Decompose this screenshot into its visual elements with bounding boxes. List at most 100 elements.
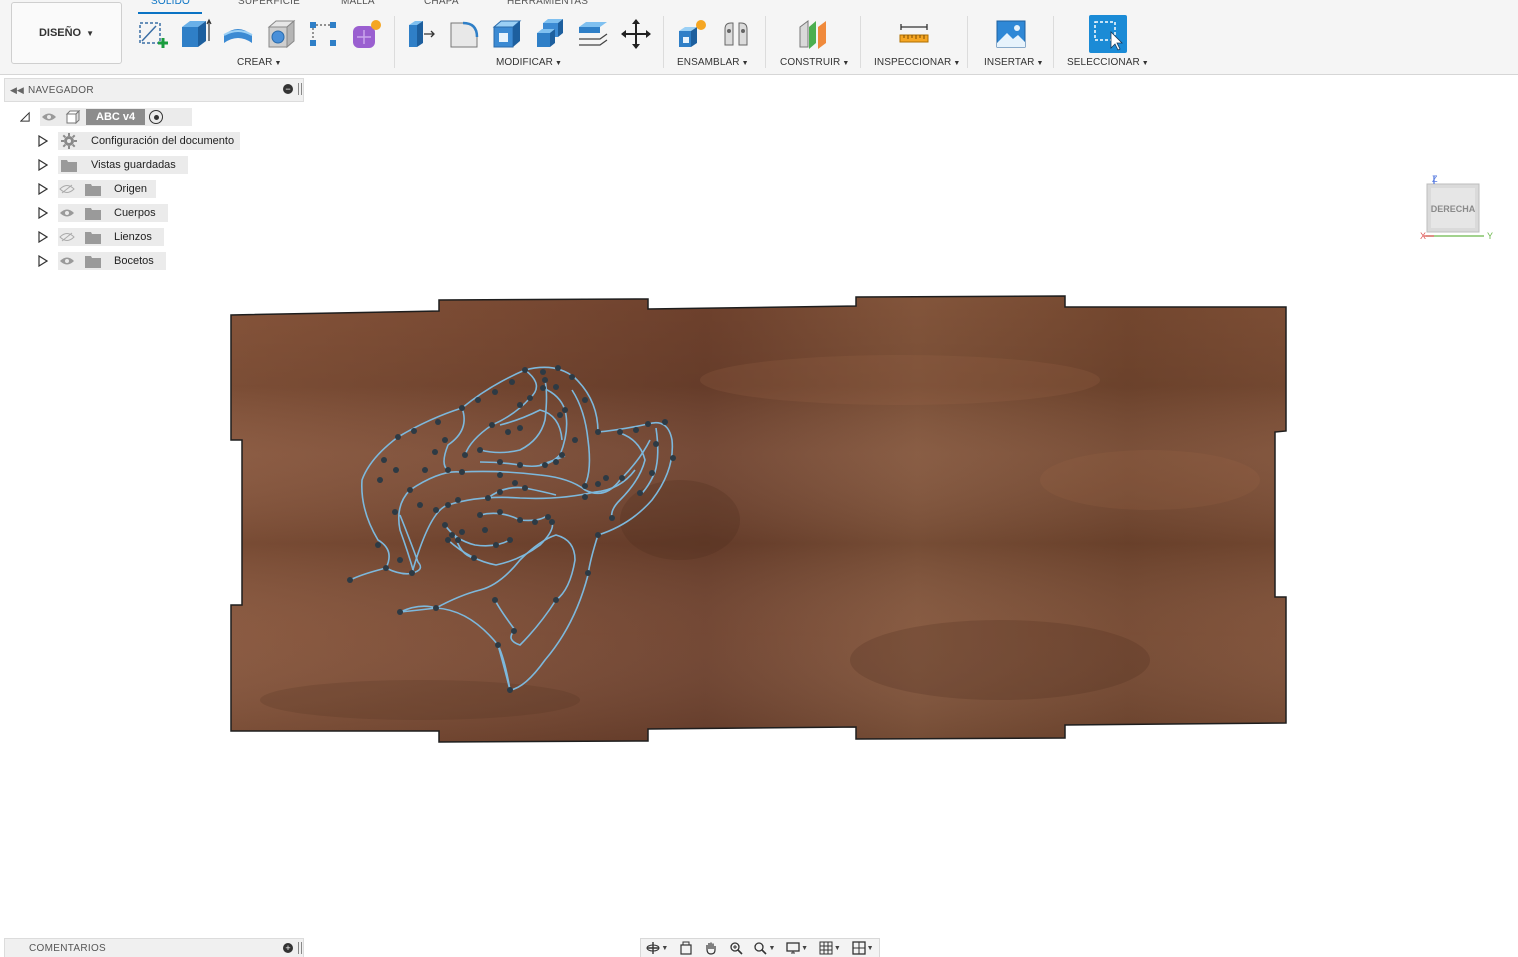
collapsed-triangle-icon[interactable] — [38, 255, 48, 267]
eye-hidden-icon[interactable] — [58, 231, 76, 243]
tree-item-bodies[interactable]: Cuerpos — [38, 204, 173, 222]
tree-item-sketches[interactable]: Bocetos — [38, 252, 168, 270]
move-icon — [621, 19, 651, 49]
collapsed-triangle-icon[interactable] — [38, 231, 48, 243]
zoom-window-button[interactable]: ▼ — [753, 941, 775, 955]
tab-herramientas[interactable]: HERRAMIENTAS — [507, 0, 588, 10]
new-component-button[interactable] — [674, 16, 710, 52]
eye-hidden-icon[interactable] — [58, 183, 76, 195]
shell-button[interactable] — [489, 16, 525, 52]
offset-plane-icon — [799, 20, 826, 49]
collapsed-triangle-icon[interactable] — [38, 183, 48, 195]
press-pull-button[interactable] — [403, 16, 439, 52]
tree-item-pill: Configuración del documento — [58, 132, 240, 150]
extrude-button[interactable] — [177, 16, 213, 52]
expanded-triangle-icon[interactable] — [20, 111, 30, 123]
eye-icon[interactable] — [58, 255, 76, 267]
seleccionar-menu[interactable]: SELECCIONAR ▼ — [1067, 57, 1149, 68]
panel-grip-handle[interactable] — [298, 83, 302, 95]
grid-icon — [819, 941, 833, 955]
look-at-button[interactable] — [679, 941, 693, 955]
eye-icon[interactable] — [40, 111, 58, 123]
chevron-down-icon: ▼ — [801, 944, 809, 952]
joint-button[interactable] — [718, 16, 754, 52]
combine-button[interactable] — [532, 16, 568, 52]
toolbar: DISEÑO ▼ SÓLIDO SUPERFICIE MALLA CHAPA H… — [0, 0, 1518, 75]
create-sketch-icon — [139, 22, 168, 48]
chevron-down-icon: ▼ — [866, 944, 874, 952]
monitor-icon — [786, 942, 800, 954]
eye-icon[interactable] — [58, 207, 76, 219]
move-copy-button[interactable] — [618, 16, 654, 52]
tab-superficie[interactable]: SUPERFICIE — [238, 0, 300, 10]
chevron-down-icon: ▼ — [953, 60, 961, 67]
activate-radio-icon[interactable] — [149, 110, 164, 124]
select-button[interactable] — [1089, 15, 1127, 53]
add-comment-icon[interactable]: + — [283, 943, 293, 953]
offset-face-button[interactable] — [575, 16, 611, 52]
tree-item-saved-views[interactable]: Vistas guardadas — [38, 156, 193, 174]
design-workspace-button[interactable]: DISEÑO ▼ — [11, 2, 122, 64]
revolve-icon — [223, 29, 253, 43]
insertar-menu[interactable]: INSERTAR ▼ — [984, 57, 1043, 68]
fillet-icon — [450, 21, 479, 48]
create-sketch-button[interactable] — [135, 16, 171, 52]
viewports-icon — [851, 941, 866, 955]
component-icon — [64, 110, 82, 124]
collapsed-triangle-icon[interactable] — [38, 207, 48, 219]
tab-solido[interactable]: SÓLIDO — [151, 0, 190, 10]
tree-item-document-settings[interactable]: Configuración del documento — [38, 132, 243, 150]
separator — [394, 16, 395, 68]
separator — [765, 16, 766, 68]
inspeccionar-label: INSPECCIONAR — [874, 57, 952, 68]
collapsed-triangle-icon[interactable] — [38, 135, 48, 147]
active-tab-indicator — [138, 12, 202, 14]
tree-item-canvases[interactable]: Lienzos — [38, 228, 168, 246]
separator — [1053, 16, 1054, 68]
tree-item-label: Cuerpos — [114, 207, 156, 219]
construir-menu[interactable]: CONSTRUIR ▼ — [780, 57, 849, 68]
look-at-icon — [680, 941, 692, 955]
display-settings-button[interactable]: ▼ — [786, 941, 808, 955]
modificar-menu[interactable]: MODIFICAR ▼ — [496, 57, 562, 68]
root-component-label: ABC v4 — [86, 109, 146, 125]
extrude-icon — [182, 18, 212, 47]
measure-button[interactable] — [896, 16, 932, 52]
minimize-icon[interactable]: − — [283, 84, 293, 94]
tree-item-label: Lienzos — [114, 231, 152, 243]
view-cube[interactable]: DERECHA Z X Y — [1420, 172, 1496, 242]
rectangular-pattern-icon — [310, 22, 336, 46]
gear-icon — [60, 133, 78, 149]
zoom-button[interactable] — [729, 941, 743, 955]
tree-item-origin[interactable]: Origen — [38, 180, 163, 198]
grid-settings-button[interactable]: ▼ — [819, 941, 841, 955]
chevron-down-icon: ▼ — [555, 60, 563, 67]
hole-button[interactable] — [263, 16, 299, 52]
folder-icon — [84, 230, 102, 244]
revolve-button[interactable] — [220, 16, 256, 52]
orbit-button[interactable]: ▼ — [646, 941, 668, 955]
collapsed-triangle-icon[interactable] — [38, 159, 48, 171]
canvas-viewport[interactable]: DERECHA Z X Y — [0, 74, 1518, 936]
ensamblar-menu[interactable]: ENSAMBLAR ▼ — [677, 57, 749, 68]
viewports-button[interactable]: ▼ — [851, 941, 874, 955]
design-workspace-label: DISEÑO — [38, 27, 82, 39]
pattern-button[interactable] — [305, 16, 341, 52]
tree-item-label: Configuración del documento — [91, 135, 235, 147]
tree-root[interactable]: ABC v4 — [20, 108, 192, 126]
collapse-left-icon[interactable]: ◀◀ — [10, 85, 24, 96]
crear-menu[interactable]: CREAR ▼ — [237, 57, 282, 68]
offset-plane-button[interactable] — [795, 16, 831, 52]
panel-grip-handle[interactable] — [298, 942, 302, 954]
fillet-button[interactable] — [446, 16, 482, 52]
insert-canvas-button[interactable] — [993, 16, 1029, 52]
chevron-down-icon: ▼ — [1036, 60, 1044, 67]
tab-malla[interactable]: MALLA — [341, 0, 375, 10]
pan-button[interactable] — [704, 941, 718, 955]
insertar-label: INSERTAR — [984, 57, 1035, 68]
seleccionar-label: SELECCIONAR — [1067, 57, 1140, 68]
create-form-button[interactable] — [348, 16, 384, 52]
tab-chapa[interactable]: CHAPA — [424, 0, 459, 10]
inspeccionar-menu[interactable]: INSPECCIONAR ▼ — [874, 57, 960, 68]
construir-label: CONSTRUIR — [780, 57, 841, 68]
